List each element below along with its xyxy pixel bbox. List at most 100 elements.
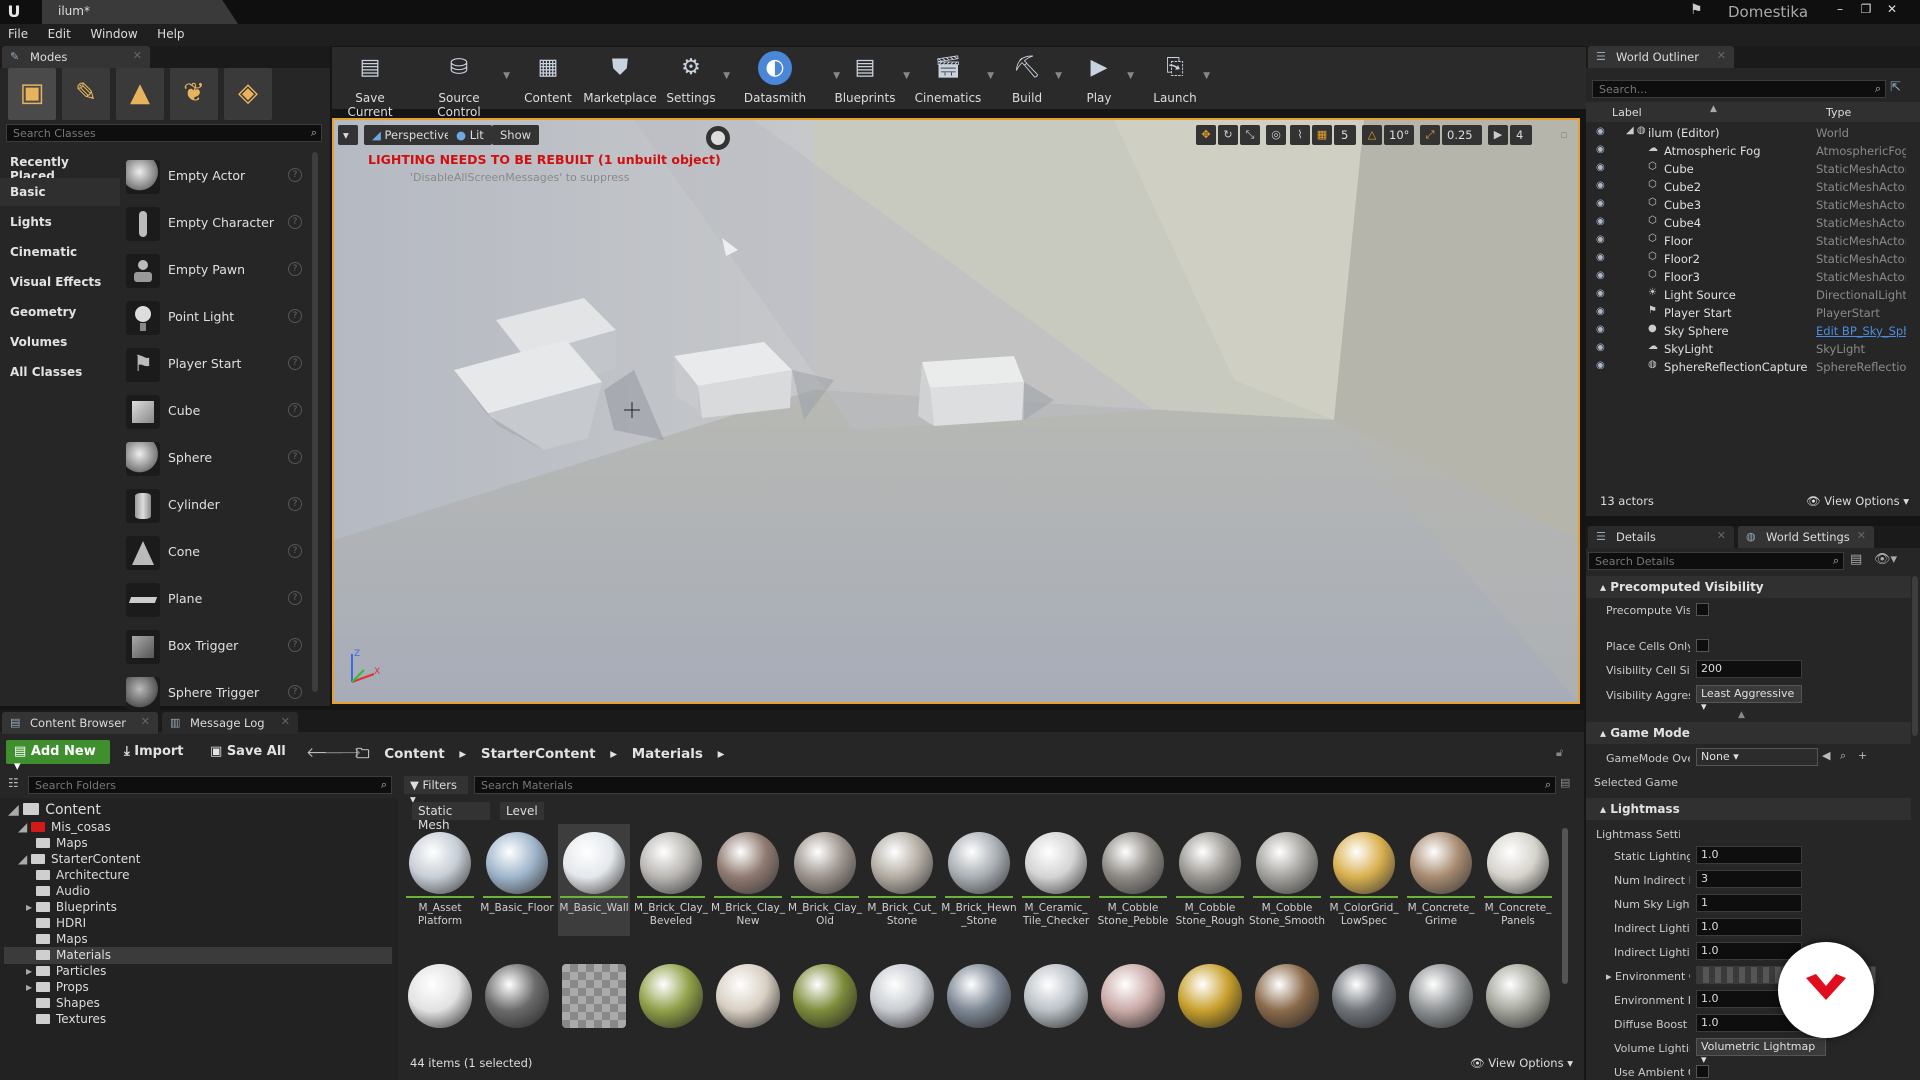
asset-tile[interactable]: M_Asset Platform bbox=[404, 824, 476, 936]
gamemode-override-dropdown[interactable]: None ▾ bbox=[1696, 748, 1818, 766]
help-icon[interactable]: ? bbox=[288, 168, 302, 182]
rotation-snap-icon[interactable]: △ bbox=[1362, 125, 1382, 145]
chevron-down-icon[interactable]: ◢ bbox=[18, 820, 31, 834]
category-recently-placed[interactable]: Recently Placed bbox=[0, 148, 120, 183]
add-new-button[interactable]: ▤ Add New ▾ bbox=[6, 740, 110, 774]
place-item-empty-character[interactable]: Empty Character? bbox=[126, 201, 306, 245]
chevron-right-icon[interactable]: ▸ bbox=[26, 900, 36, 914]
blueprints-button[interactable]: ▤ Blueprints ▼ bbox=[830, 47, 910, 109]
asset-tile[interactable] bbox=[1328, 960, 1400, 1040]
filters-button[interactable]: ▼ Filters ▾ bbox=[404, 776, 468, 806]
map-tab[interactable]: ilum* bbox=[42, 0, 238, 24]
folder-item[interactable]: ▸ Blueprints bbox=[26, 900, 117, 916]
breadcrumb-startercontent[interactable]: StarterContent bbox=[481, 746, 596, 762]
asset-tile[interactable]: M_Cobble Stone_Pebble bbox=[1097, 824, 1169, 936]
tab-modes[interactable]: ✎ Modes ✕ bbox=[2, 46, 150, 68]
asset-tile[interactable] bbox=[1097, 960, 1169, 1040]
marketplace-button[interactable]: ⛊ Marketplace bbox=[582, 47, 658, 109]
chevron-down-icon[interactable]: ◢ bbox=[18, 852, 31, 866]
help-icon[interactable]: ? bbox=[288, 356, 302, 370]
asset-tile[interactable] bbox=[1174, 960, 1246, 1040]
asset-tile[interactable]: M_Concrete_ Panels bbox=[1482, 824, 1554, 936]
menu-window[interactable]: Window bbox=[82, 24, 145, 44]
tab-world-settings[interactable]: ◍ World Settings ✕ bbox=[1738, 526, 1874, 548]
content-button[interactable]: ▦ Content bbox=[522, 47, 574, 109]
outliner-row[interactable]: ◉ ⬡ Floor2 StaticMeshActor bbox=[1586, 250, 1906, 268]
add-icon[interactable]: + bbox=[1858, 749, 1867, 762]
category-all-classes[interactable]: All Classes bbox=[0, 358, 120, 386]
grid-snap-value[interactable]: 5 bbox=[1334, 125, 1356, 145]
paint-mode-icon[interactable]: ✎ bbox=[62, 68, 110, 120]
asset-tile[interactable]: M_Brick_Clay_ Old bbox=[788, 824, 862, 936]
help-icon[interactable]: ? bbox=[288, 403, 302, 417]
minimize-icon[interactable]: – bbox=[1828, 0, 1852, 20]
menu-file[interactable]: File bbox=[0, 24, 36, 44]
close-tab-icon[interactable]: ✕ bbox=[1857, 529, 1866, 542]
asset-tile[interactable]: M_Brick_Cut_ Stone bbox=[866, 824, 938, 936]
visibility-cell-size-field[interactable]: 200 bbox=[1696, 660, 1802, 678]
asset-tile[interactable]: M_Cobble Stone_Rough bbox=[1174, 824, 1246, 936]
visibility-eye-icon[interactable]: ◉ bbox=[1596, 288, 1605, 299]
translate-icon[interactable]: ✥ bbox=[1196, 125, 1216, 145]
chevron-right-icon[interactable]: ▸ bbox=[26, 964, 36, 978]
place-item-empty-actor[interactable]: Empty Actor? bbox=[126, 154, 306, 198]
help-icon[interactable]: ? bbox=[288, 309, 302, 323]
outliner-settings-icon[interactable]: ⇱ bbox=[1890, 80, 1901, 95]
source-control-button[interactable]: ⛁ Source Control ▼ bbox=[418, 47, 510, 119]
asset-tile[interactable]: M_ColorGrid_ LowSpec bbox=[1328, 824, 1400, 936]
chevron-down-icon[interactable]: ◢ bbox=[8, 802, 23, 818]
perspective-button[interactable]: ◢ Perspective bbox=[364, 125, 460, 145]
breadcrumb-materials[interactable]: Materials bbox=[632, 746, 703, 762]
chevron-right-icon[interactable]: ▸ bbox=[26, 980, 36, 994]
place-cells-checkbox[interactable] bbox=[1696, 639, 1709, 652]
chevron-up-icon[interactable]: ▲ bbox=[1738, 710, 1745, 720]
visibility-eye-icon[interactable]: ◉ bbox=[1596, 198, 1605, 209]
asset-tile[interactable] bbox=[1251, 960, 1323, 1040]
asset-tile[interactable] bbox=[481, 960, 553, 1040]
asset-tile[interactable] bbox=[1405, 960, 1477, 1040]
search-folders-input[interactable]: Search Folders ⌕ bbox=[28, 776, 392, 794]
prop-lightmass-settings[interactable]: Lightmass Setting bbox=[1586, 822, 1911, 846]
arrow-left-icon[interactable]: ◀ bbox=[1822, 749, 1830, 762]
asset-tile[interactable]: M_Brick_Clay_ Beveled bbox=[634, 824, 708, 936]
scrollbar[interactable] bbox=[1562, 828, 1568, 984]
viewport-options-dropdown[interactable]: ▾ bbox=[338, 125, 358, 145]
asset-tile[interactable]: M_Cobble Stone_Smooth bbox=[1249, 824, 1325, 936]
tab-content-browser[interactable]: ▤ Content Browser ✕ bbox=[2, 712, 158, 734]
show-button[interactable]: Show bbox=[492, 125, 540, 145]
folder-item[interactable]: Maps bbox=[36, 836, 88, 852]
import-button[interactable]: ⤓ Import bbox=[124, 744, 184, 759]
place-item-cube[interactable]: Cube? bbox=[126, 389, 306, 433]
launch-button[interactable]: ⎘ Launch ▼ bbox=[1150, 47, 1210, 109]
close-tab-icon[interactable]: ✕ bbox=[281, 715, 290, 728]
asset-tile[interactable] bbox=[404, 960, 476, 1040]
camera-speed-icon[interactable]: ▶ bbox=[1488, 125, 1508, 145]
play-button[interactable]: ▶ Play ▼ bbox=[1074, 47, 1134, 109]
visibility-eye-icon[interactable]: ◉ bbox=[1596, 234, 1605, 245]
section-lightmass[interactable]: ▴ Lightmass bbox=[1586, 798, 1911, 820]
scrollbar[interactable] bbox=[312, 152, 318, 692]
num-indirect-field[interactable]: 3 bbox=[1696, 870, 1802, 888]
prop-selected-gamemode[interactable]: Selected GameMc bbox=[1586, 770, 1911, 794]
outliner-row[interactable]: ◉ ☀ Light Source DirectionalLight bbox=[1586, 286, 1906, 304]
precompute-visibility-checkbox[interactable] bbox=[1696, 603, 1709, 616]
landscape-mode-icon[interactable]: ▲ bbox=[116, 68, 164, 120]
asset-tile[interactable]: M_Brick_Clay_ New bbox=[711, 824, 785, 936]
asset-tile[interactable] bbox=[943, 960, 1015, 1040]
visibility-eye-icon[interactable]: ◉ bbox=[1596, 162, 1605, 173]
close-tab-icon[interactable]: ✕ bbox=[1717, 49, 1726, 62]
tab-world-outliner[interactable]: ☰ World Outliner ✕ bbox=[1588, 46, 1734, 68]
place-item-box-trigger[interactable]: Box Trigger? bbox=[126, 624, 306, 668]
edit-blueprint-link[interactable]: Edit BP_Sky_Sphere bbox=[1816, 324, 1906, 338]
geometry-mode-icon[interactable]: ◈ bbox=[224, 68, 272, 120]
close-tab-icon[interactable]: ✕ bbox=[141, 715, 150, 728]
place-item-empty-pawn[interactable]: Empty Pawn? bbox=[126, 248, 306, 292]
place-item-cone[interactable]: Cone? bbox=[126, 530, 306, 574]
use-ao-checkbox[interactable] bbox=[1696, 1065, 1709, 1078]
rotate-icon[interactable]: ↻ bbox=[1218, 125, 1238, 145]
asset-tile[interactable] bbox=[789, 960, 861, 1040]
visibility-aggressiveness-dropdown[interactable]: Least Aggressive ▾ bbox=[1696, 685, 1802, 713]
volume-lighting-dropdown[interactable]: Volumetric Lightmap ▾ bbox=[1696, 1038, 1826, 1066]
help-icon[interactable]: ? bbox=[288, 685, 302, 699]
tab-message-log[interactable]: ▥ Message Log ✕ bbox=[162, 712, 298, 734]
